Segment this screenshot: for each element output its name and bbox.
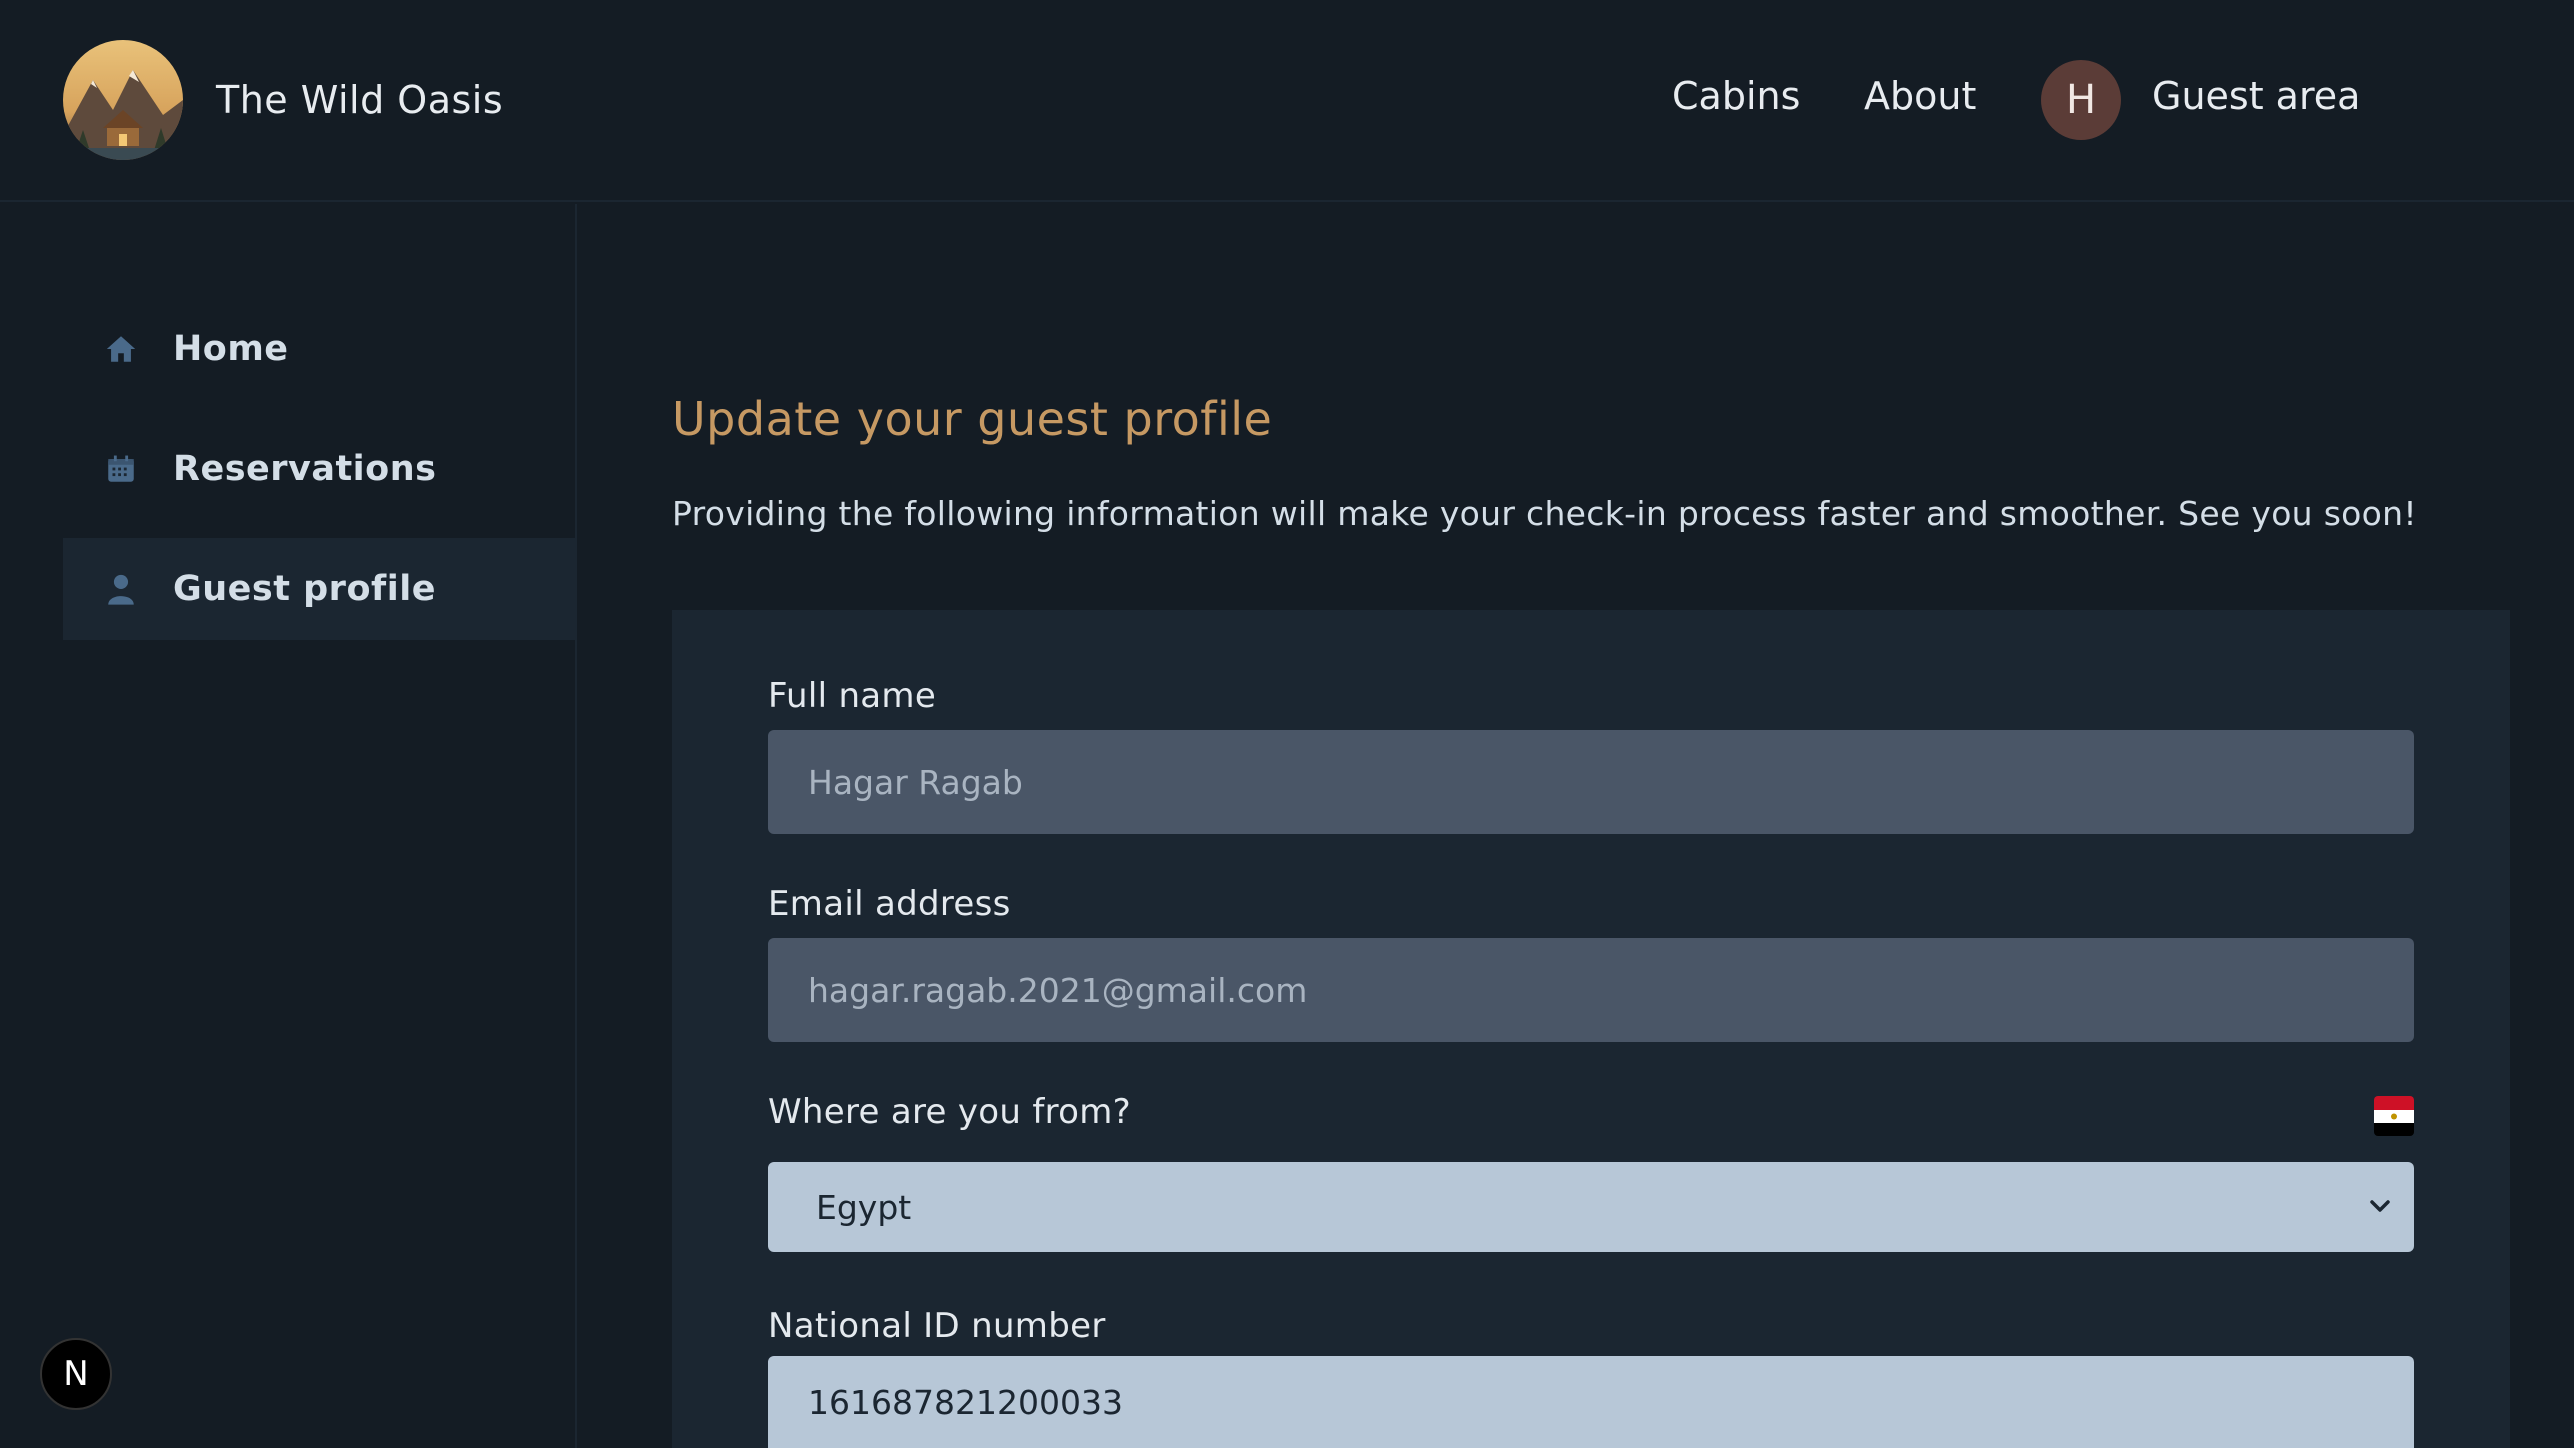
- sidebar-item-home[interactable]: Home: [63, 298, 575, 400]
- nav-about[interactable]: About: [1864, 74, 1976, 118]
- page-subtitle: Providing the following information will…: [672, 494, 2417, 533]
- logo-image: [63, 40, 183, 160]
- sidebar-item-label: Guest profile: [173, 569, 436, 609]
- chevron-down-icon: [2364, 1190, 2396, 1222]
- sidebar-item-reservations[interactable]: Reservations: [63, 418, 575, 520]
- home-icon: [103, 331, 139, 367]
- profile-form: Full name Email address Where are you fr…: [672, 610, 2510, 1448]
- country-label: Where are you from?: [768, 1092, 1131, 1132]
- calendar-icon: [103, 451, 139, 487]
- app-name: The Wild Oasis: [216, 78, 504, 122]
- sidebar-item-label: Reservations: [173, 449, 437, 489]
- sidebar: Home Reservations Guest profile: [0, 204, 577, 1448]
- egypt-flag-icon: [2374, 1096, 2414, 1136]
- sidebar-item-guest-profile[interactable]: Guest profile: [63, 538, 575, 640]
- avatar[interactable]: H: [2041, 60, 2121, 140]
- nav-cabins[interactable]: Cabins: [1672, 74, 1800, 118]
- nextjs-dev-badge[interactable]: N: [40, 1338, 112, 1410]
- header: The Wild Oasis Cabins About H Guest area: [0, 0, 2574, 202]
- national-id-label: National ID number: [768, 1306, 1106, 1346]
- country-select[interactable]: Egypt: [768, 1162, 2414, 1252]
- user-icon: [103, 571, 139, 607]
- sidebar-item-label: Home: [173, 329, 289, 369]
- email-label: Email address: [768, 884, 1011, 924]
- country-select-value: Egypt: [816, 1187, 912, 1227]
- full-name-field[interactable]: [768, 730, 2414, 834]
- email-field[interactable]: [768, 938, 2414, 1042]
- logo-link[interactable]: The Wild Oasis: [63, 40, 503, 160]
- full-name-label: Full name: [768, 676, 937, 716]
- national-id-field[interactable]: [768, 1356, 2414, 1448]
- nav-guest-area[interactable]: Guest area: [2152, 74, 2360, 118]
- page-title: Update your guest profile: [672, 392, 1273, 446]
